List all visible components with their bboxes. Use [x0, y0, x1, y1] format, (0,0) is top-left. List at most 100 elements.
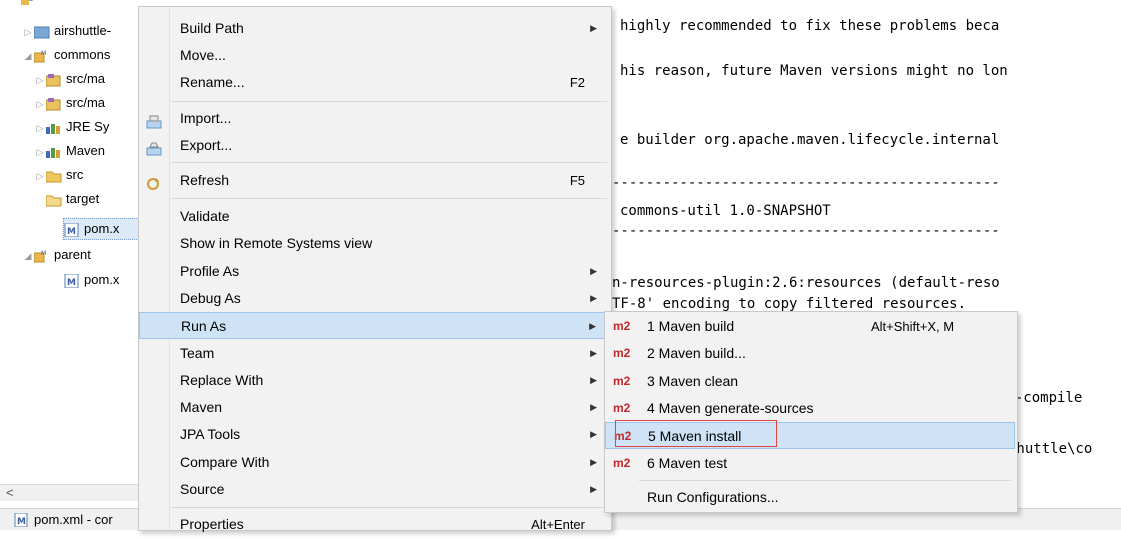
maven-pom-icon: M — [64, 222, 80, 237]
tree-item-pom-selected[interactable]: Mpom.x — [63, 218, 150, 240]
collapse-arrow-icon[interactable]: ▷ — [34, 93, 46, 115]
tree-item-label: Maven — [66, 143, 106, 158]
menu-item-label: Refresh — [180, 172, 230, 188]
submenu-item-label: 2 Maven build... — [647, 345, 746, 361]
submenu-item-shortcut: Alt+Shift+X, M — [871, 319, 955, 334]
submenu-item-run-configurations[interactable]: Run Configurations... — [605, 484, 1015, 511]
run-as-submenu: m2 1 Maven build Alt+Shift+X, M m2 2 Mav… — [604, 311, 1018, 513]
menu-item-team[interactable]: Team ▶ — [139, 340, 609, 367]
submenu-item-maven-build-dialog[interactable]: m2 2 Maven build... — [605, 340, 1015, 367]
submenu-arrow-icon: ▶ — [590, 266, 597, 276]
tree-item-airshuttle[interactable]: ▷ airshuttle- — [22, 20, 111, 42]
menu-item-maven[interactable]: Maven ▶ — [139, 394, 609, 421]
collapse-arrow-icon[interactable]: ▷ — [22, 21, 34, 43]
collapse-arrow-icon[interactable]: ▷ — [34, 165, 46, 187]
menu-item-jpa-tools[interactable]: JPA Tools ▶ — [139, 421, 609, 448]
menu-item-move[interactable]: Move... — [139, 42, 609, 69]
tree-item-label: target — [66, 191, 100, 206]
library-icon — [46, 145, 62, 159]
submenu-arrow-icon: ▶ — [589, 321, 596, 331]
submenu-arrow-icon: ▶ — [590, 348, 597, 358]
horizontal-scrollbar[interactable]: < — [0, 484, 150, 501]
tree-item-src-main-1[interactable]: ▷ src/ma — [34, 68, 105, 90]
menu-item-build-path[interactable]: Build Path ▶ — [139, 15, 609, 42]
submenu-arrow-icon: ▶ — [590, 293, 597, 303]
tree-item-label: pom.x — [84, 272, 120, 287]
tree-item-label: pom.x — [84, 221, 120, 236]
submenu-item-label: Run Configurations... — [647, 489, 779, 505]
collapse-arrow-icon[interactable]: ▷ — [34, 117, 46, 139]
console-line: ----------------------------------------… — [612, 223, 1000, 239]
menu-item-label: Source — [180, 481, 225, 497]
menu-item-import[interactable]: Import... — [139, 105, 609, 132]
m2-badge-icon: m2 — [613, 374, 631, 388]
submenu-item-label: 5 Maven install — [648, 428, 742, 444]
submenu-arrow-icon: ▶ — [590, 23, 597, 33]
submenu-arrow-icon: ▶ — [590, 375, 597, 385]
expand-arrow-icon[interactable]: ◢ — [22, 245, 34, 267]
tree-item-jre-system[interactable]: ▷ JRE Sy — [34, 116, 110, 139]
menu-item-label: Rename... — [180, 74, 245, 90]
menu-item-label: Maven — [180, 399, 223, 415]
menu-item-shortcut: F2 — [569, 75, 585, 90]
menu-item-label: Debug As — [180, 290, 241, 306]
submenu-item-label: 3 Maven clean — [647, 373, 739, 389]
svg-text:M: M — [41, 250, 46, 257]
menu-item-replace-with[interactable]: Replace With ▶ — [139, 367, 609, 394]
tree-item-parent[interactable]: ◢ Mparent — [22, 244, 91, 266]
submenu-item-maven-generate-sources[interactable]: m2 4 Maven generate-sources — [605, 395, 1015, 422]
console-line: highly recommended to fix these problems… — [620, 18, 1000, 34]
tree-item-parent-pom[interactable]: Mpom.x — [64, 269, 119, 291]
menu-item-properties[interactable]: Properties Alt+Enter — [139, 511, 609, 538]
collapse-arrow-icon[interactable]: ▷ — [34, 141, 46, 163]
menu-item-refresh[interactable]: Refresh F5 — [139, 167, 609, 194]
tree-item-target[interactable]: target — [46, 188, 99, 210]
scroll-left-icon[interactable]: < — [6, 485, 14, 501]
menu-item-label: Export... — [180, 137, 233, 153]
submenu-item-maven-install[interactable]: m2 5 Maven install — [605, 422, 1015, 449]
menu-item-validate[interactable]: Validate — [139, 203, 609, 230]
menu-item-run-as[interactable]: Run As ▶ — [139, 312, 609, 339]
menu-item-label: Move... — [180, 47, 226, 63]
menu-item-label: Import... — [180, 110, 232, 126]
tree-item-label: src/ma — [66, 95, 105, 110]
tree-item-maven-deps[interactable]: ▷ Maven — [34, 140, 106, 163]
tree-item-label: src — [66, 167, 84, 182]
tree-item-src-main-2[interactable]: ▷ src/ma — [34, 92, 105, 114]
tree-row-clipped — [20, 0, 40, 10]
context-menu: Build Path ▶ Move... Rename... F2 Import… — [138, 6, 612, 532]
menu-item-label: Team — [180, 345, 215, 361]
submenu-item-maven-build[interactable]: m2 1 Maven build Alt+Shift+X, M — [605, 313, 1015, 340]
tree-item-label: src/ma — [66, 71, 105, 86]
menu-separator — [639, 480, 1011, 481]
menu-separator — [171, 507, 607, 508]
source-folder-icon — [46, 73, 62, 87]
menu-item-label: Properties — [180, 516, 244, 532]
submenu-item-maven-test[interactable]: m2 6 Maven test — [605, 450, 1015, 477]
menu-item-debug-as[interactable]: Debug As ▶ — [139, 285, 609, 312]
menu-item-rename[interactable]: Rename... F2 — [139, 69, 609, 96]
menu-item-label: Validate — [180, 208, 230, 224]
expand-arrow-icon[interactable]: ◢ — [22, 45, 34, 67]
collapse-arrow-icon[interactable]: ▷ — [34, 69, 46, 91]
menu-item-export[interactable]: Export... — [139, 132, 609, 159]
tree-item-commons[interactable]: ◢ Mcommons — [22, 44, 110, 66]
menu-separator — [171, 198, 607, 199]
tree-item-src[interactable]: ▷ src — [34, 164, 83, 186]
library-icon — [46, 121, 62, 135]
menu-item-source[interactable]: Source ▶ — [139, 476, 609, 503]
folder-icon — [34, 25, 50, 39]
menu-item-profile-as[interactable]: Profile As ▶ — [139, 258, 609, 285]
menu-item-label: Run As — [181, 318, 227, 334]
console-line: n-resources-plugin:2.6:resources (defaul… — [612, 275, 1000, 291]
tree-item-label: JRE Sy — [66, 119, 110, 134]
submenu-item-label: 4 Maven generate-sources — [647, 400, 814, 416]
menu-item-label: Replace With — [180, 372, 264, 388]
export-icon — [146, 138, 162, 165]
maven-pom-icon: M — [14, 512, 28, 530]
menu-item-compare-with[interactable]: Compare With ▶ — [139, 449, 609, 476]
submenu-item-maven-clean[interactable]: m2 3 Maven clean — [605, 368, 1015, 395]
menu-item-show-remote[interactable]: Show in Remote Systems view — [139, 230, 609, 257]
submenu-item-label: 6 Maven test — [647, 455, 728, 471]
m2-badge-icon: m2 — [613, 456, 631, 470]
